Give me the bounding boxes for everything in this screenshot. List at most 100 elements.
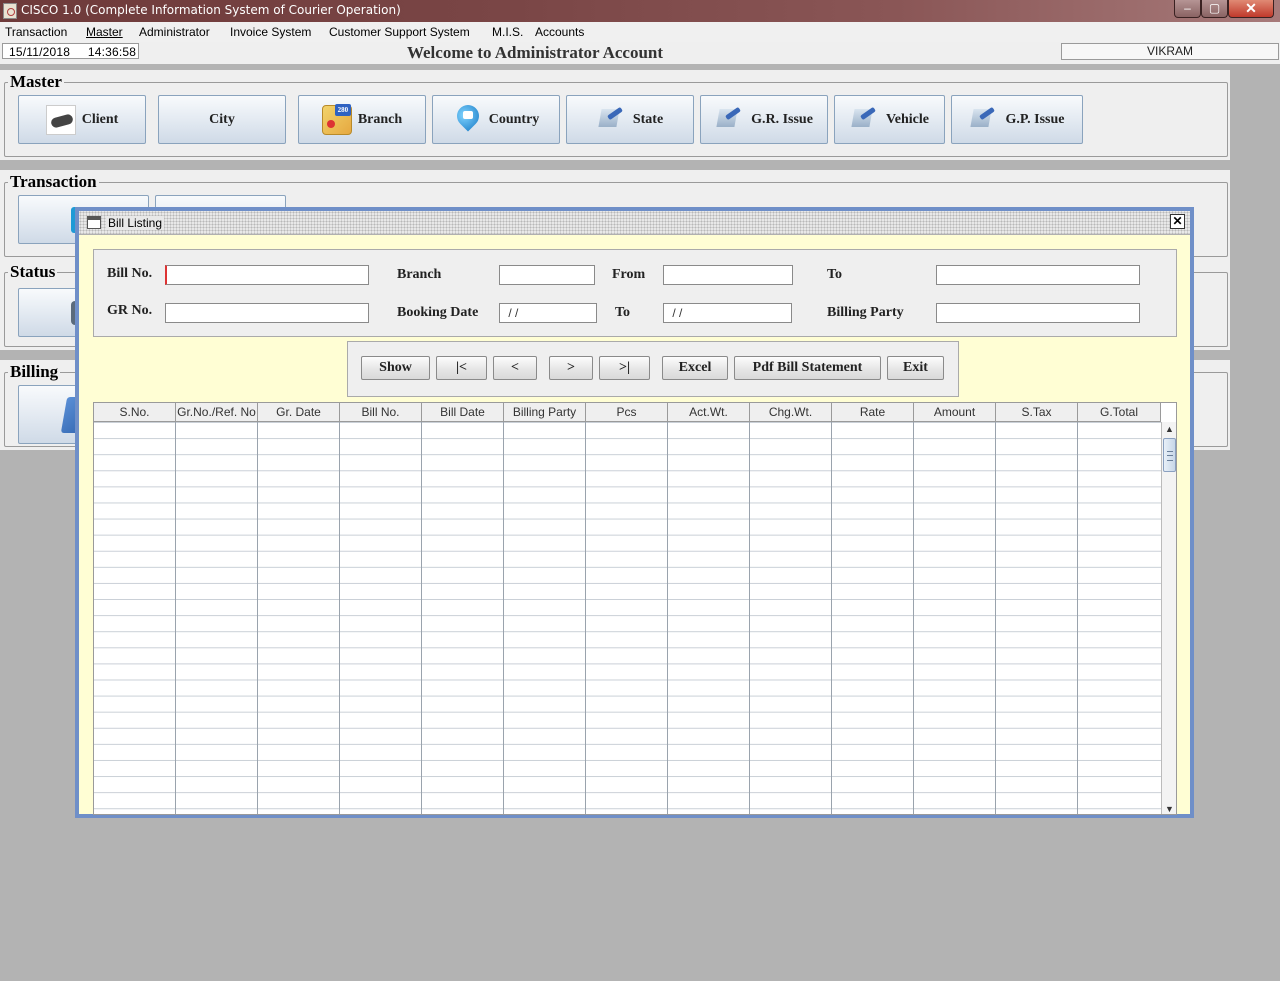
- filter-panel: Bill No. Branch From To GR No. Booking D…: [93, 249, 1177, 337]
- country-tile[interactable]: Country: [432, 95, 560, 144]
- billing-legend: Billing: [8, 362, 61, 382]
- country-label: Country: [488, 111, 540, 127]
- column-header-bill-no[interactable]: Bill No.: [340, 403, 422, 422]
- column-divider: [1077, 422, 1078, 814]
- bill-no-label: Bill No.: [107, 266, 153, 281]
- bill-listing-close-button[interactable]: ✕: [1170, 214, 1185, 229]
- first-record-button[interactable]: |<: [436, 356, 487, 380]
- column-divider: [421, 422, 422, 814]
- bill-listing-window: Bill Listing ✕ Bill No. Branch From To G…: [75, 207, 1194, 818]
- from-input[interactable]: [663, 265, 793, 285]
- minimize-button[interactable]: –: [1174, 0, 1201, 18]
- show-button[interactable]: Show: [361, 356, 430, 380]
- bill-table[interactable]: S.No. Gr.No./Ref. No Gr. Date Bill No. B…: [93, 402, 1177, 815]
- menu-mis[interactable]: M.I.S.: [492, 25, 523, 39]
- column-divider: [995, 422, 996, 814]
- pdf-bill-statement-button[interactable]: Pdf Bill Statement: [734, 356, 881, 380]
- previous-record-button[interactable]: <: [493, 356, 537, 380]
- java-app-icon: [3, 3, 17, 19]
- column-header-pcs[interactable]: Pcs: [586, 403, 668, 422]
- gr-no-input[interactable]: [165, 303, 369, 323]
- location-pin-icon: [453, 105, 483, 135]
- table-body[interactable]: [94, 422, 1161, 814]
- master-legend: Master: [8, 72, 64, 92]
- menu-customer-support-system[interactable]: Customer Support System: [329, 25, 470, 39]
- status-legend: Status: [8, 262, 58, 282]
- menu-master[interactable]: Master: [86, 25, 123, 39]
- column-header-gr-date[interactable]: Gr. Date: [258, 403, 340, 422]
- gp-issue-tile[interactable]: G.P. Issue: [951, 95, 1083, 144]
- column-divider: [749, 422, 750, 814]
- scroll-thumb[interactable]: [1163, 438, 1176, 472]
- window-icon: [87, 216, 101, 229]
- vertical-scrollbar[interactable]: ▲ ▼: [1161, 422, 1176, 814]
- column-header-sno[interactable]: S.No.: [94, 403, 176, 422]
- column-header-act-wt[interactable]: Act.Wt.: [668, 403, 750, 422]
- to-date-input[interactable]: / /: [663, 303, 792, 323]
- gr-issue-tile[interactable]: G.R. Issue: [700, 95, 828, 144]
- column-divider: [585, 422, 586, 814]
- branch-label: Branch: [397, 267, 442, 282]
- maximize-button[interactable]: ▢: [1201, 0, 1228, 18]
- exit-button[interactable]: Exit: [887, 356, 944, 380]
- menu-accounts[interactable]: Accounts: [535, 25, 584, 39]
- road-map-icon: [321, 103, 352, 135]
- client-tile[interactable]: Client: [18, 95, 146, 144]
- client-label: Client: [81, 111, 119, 127]
- table-header: S.No. Gr.No./Ref. No Gr. Date Bill No. B…: [94, 403, 1161, 422]
- bill-listing-titlebar[interactable]: Bill Listing ✕: [79, 211, 1190, 235]
- menu-invoice-system[interactable]: Invoice System: [230, 25, 311, 39]
- master-panel: Master Client City Branch Country State …: [0, 70, 1230, 160]
- pen-edit-icon: [850, 105, 880, 135]
- title-bar: CISCO 1.0 (Complete Information System o…: [0, 0, 1280, 22]
- to-date-label: To: [615, 305, 631, 320]
- last-record-button[interactable]: >|: [599, 356, 650, 380]
- pen-edit-icon: [597, 105, 627, 135]
- billing-party-input[interactable]: [936, 303, 1140, 323]
- branch-input[interactable]: [499, 265, 595, 285]
- excel-button[interactable]: Excel: [662, 356, 728, 380]
- column-header-chg-wt[interactable]: Chg.Wt.: [750, 403, 832, 422]
- branch-label: Branch: [357, 111, 403, 127]
- branch-tile[interactable]: Branch: [298, 95, 426, 144]
- next-record-button[interactable]: >: [549, 356, 593, 380]
- scroll-up-arrow-icon[interactable]: ▲: [1162, 422, 1176, 436]
- gr-no-label: GR No.: [107, 303, 153, 318]
- billing-party-label: Billing Party: [827, 305, 904, 320]
- pen-edit-icon: [969, 105, 999, 135]
- column-header-bill-date[interactable]: Bill Date: [422, 403, 504, 422]
- column-header-stax[interactable]: S.Tax: [996, 403, 1078, 422]
- scroll-down-arrow-icon[interactable]: ▼: [1162, 802, 1176, 814]
- booking-date-input[interactable]: / /: [499, 303, 597, 323]
- column-header-amount[interactable]: Amount: [914, 403, 996, 422]
- handshake-icon: [45, 104, 76, 135]
- column-header-gtotal[interactable]: G.Total: [1078, 403, 1161, 422]
- city-tile[interactable]: City: [158, 95, 286, 144]
- menu-transaction[interactable]: Transaction: [5, 25, 67, 39]
- state-tile[interactable]: State: [566, 95, 694, 144]
- action-button-bar: Show |< < > >| Excel Pdf Bill Statement …: [347, 341, 959, 397]
- close-button[interactable]: ✕: [1228, 0, 1274, 18]
- transaction-legend: Transaction: [8, 172, 99, 192]
- to-label: To: [827, 267, 843, 282]
- column-divider: [831, 422, 832, 814]
- column-header-billing-party[interactable]: Billing Party: [504, 403, 586, 422]
- column-divider: [503, 422, 504, 814]
- bill-listing-title: Bill Listing: [106, 216, 165, 230]
- pen-edit-icon: [715, 105, 745, 135]
- column-header-gr-no[interactable]: Gr.No./Ref. No: [176, 403, 258, 422]
- menu-administrator[interactable]: Administrator: [139, 25, 210, 39]
- column-divider: [257, 422, 258, 814]
- column-divider: [667, 422, 668, 814]
- city-label: City: [209, 111, 235, 127]
- to-input[interactable]: [936, 265, 1140, 285]
- column-header-rate[interactable]: Rate: [832, 403, 914, 422]
- from-label: From: [612, 267, 646, 282]
- gr-issue-label: G.R. Issue: [751, 111, 813, 127]
- column-divider: [175, 422, 176, 814]
- bill-no-input[interactable]: [165, 265, 369, 285]
- state-label: State: [632, 111, 664, 127]
- welcome-heading: Welcome to Administrator Account: [406, 43, 664, 62]
- vehicle-tile[interactable]: Vehicle: [834, 95, 945, 144]
- column-divider: [913, 422, 914, 814]
